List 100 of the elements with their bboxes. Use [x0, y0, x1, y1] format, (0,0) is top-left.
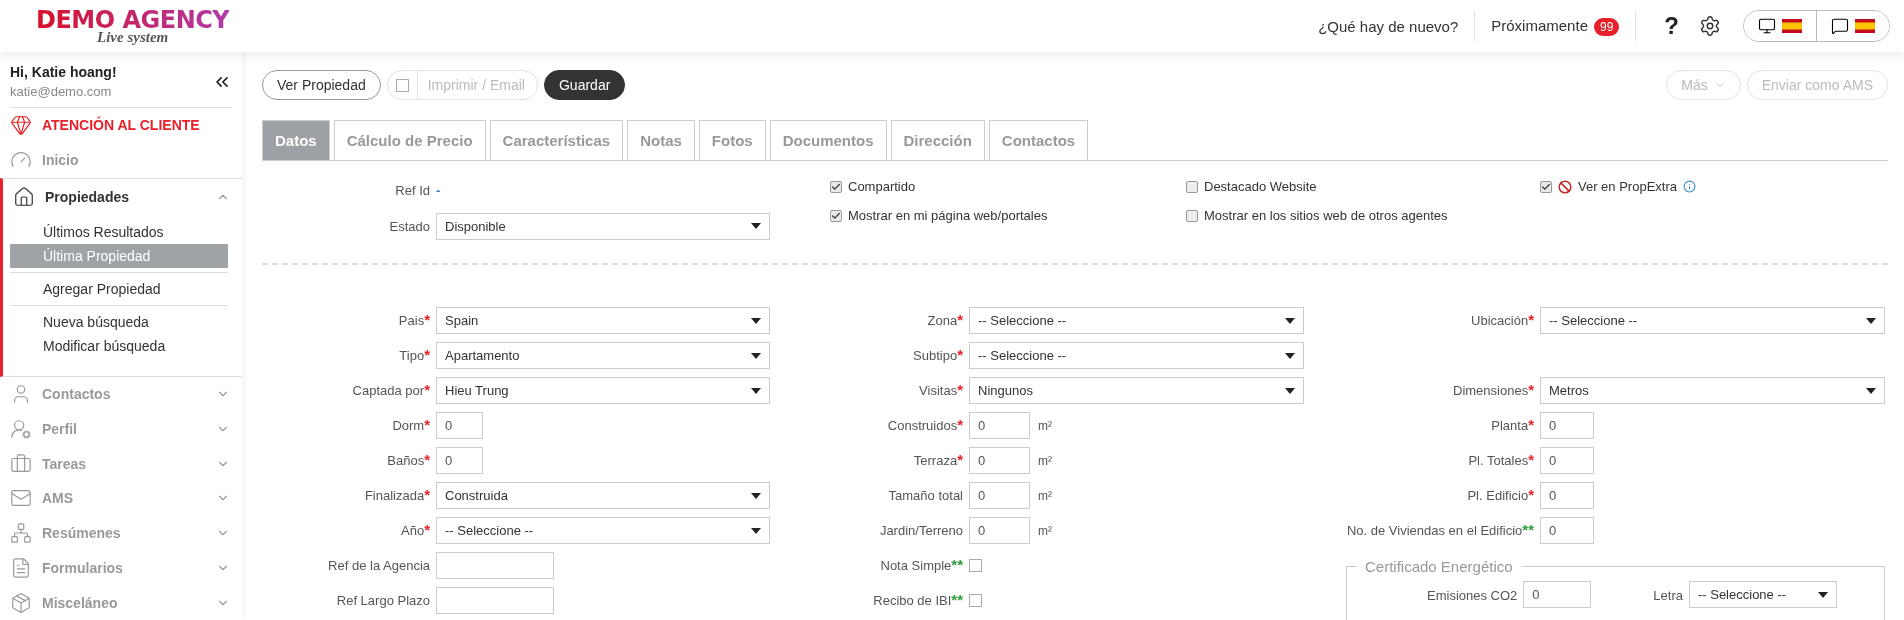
checkbox[interactable] — [1540, 180, 1552, 193]
field-label: Captada por* — [351, 383, 430, 398]
field-label: Pl. Totales* — [1467, 453, 1534, 468]
chat-icon — [1831, 17, 1849, 35]
field-label: Dorm* — [391, 418, 430, 433]
checkbox[interactable] — [1186, 209, 1198, 222]
checkbox[interactable] — [830, 209, 842, 222]
user-email: katie@demo.com — [10, 84, 113, 99]
select-field[interactable]: -- Seleccione -- — [1540, 307, 1885, 334]
checkbox[interactable] — [969, 594, 982, 607]
checkbox[interactable] — [830, 180, 842, 193]
number-field[interactable]: 0 — [969, 412, 1030, 439]
caret-icon — [751, 527, 761, 534]
field-label: Dimensiones* — [1452, 383, 1534, 398]
unit-label: m² — [1038, 453, 1052, 468]
number-field[interactable]: 0 — [969, 447, 1030, 474]
briefcase-icon — [10, 452, 32, 475]
field-label: Jardin/Terreno — [878, 523, 963, 538]
sidebar-item[interactable]: ATENCIÓN AL CLIENTE — [0, 108, 242, 143]
select-field[interactable]: Apartamento — [436, 342, 770, 369]
select-field[interactable]: Disponible — [436, 212, 770, 240]
whats-new-link[interactable]: ¿Qué hay de nuevo? — [1302, 17, 1475, 35]
field-label: Planta* — [1490, 418, 1534, 433]
number-field[interactable]: 0 — [436, 412, 483, 439]
caret-icon — [751, 223, 761, 229]
select-field[interactable]: Ningunos — [969, 377, 1304, 404]
field-label: Recibo de IBI** — [872, 593, 963, 608]
caret-icon — [751, 352, 761, 359]
select-field[interactable]: Hieu Trung — [436, 377, 770, 404]
house-icon — [13, 186, 35, 209]
field-label: Zona* — [926, 313, 963, 328]
document-icon — [10, 556, 32, 579]
select-field[interactable]: -- Seleccione -- — [436, 517, 770, 544]
caret-icon — [1285, 317, 1295, 324]
select-field[interactable]: Construida — [436, 482, 770, 509]
settings-icon[interactable] — [1699, 15, 1721, 37]
sidebar-subitem[interactable]: Nueva búsqueda — [10, 309, 228, 334]
field-label: Ref de la Agencia — [327, 558, 430, 573]
option-label: Compartido — [848, 179, 916, 194]
help-button[interactable]: ? — [1664, 12, 1679, 40]
sidebar-subitem[interactable]: Modificar búsqueda — [10, 333, 228, 358]
field-label: Letra — [1653, 587, 1683, 603]
caret-icon — [1817, 591, 1828, 598]
select-field[interactable]: -- Seleccione -- — [969, 307, 1304, 334]
field-label: Baños* — [386, 453, 430, 468]
flag-icon — [1782, 19, 1802, 33]
unit-label: m² — [1038, 488, 1052, 503]
ref-id-value: - — [436, 182, 442, 198]
number-field[interactable]: 0 — [1540, 482, 1594, 509]
number-field[interactable]: 0 — [1540, 517, 1594, 544]
checkbox[interactable] — [969, 559, 982, 572]
number-field[interactable]: 0 — [969, 482, 1030, 509]
option-label: Destacado Website — [1204, 179, 1317, 194]
field-label: Finalizada* — [363, 488, 430, 503]
text-field[interactable] — [436, 587, 554, 614]
field-label: Ref Largo Plazo — [335, 593, 430, 608]
select-field[interactable]: Metros — [1540, 377, 1885, 404]
info-icon[interactable] — [1683, 180, 1696, 193]
upcoming-link[interactable]: Próximamente 99 — [1475, 16, 1636, 36]
number-field[interactable]: 0 — [1540, 412, 1594, 439]
option-label: Mostrar en mi página web/portales — [848, 208, 1048, 223]
field-label: Terraza* — [912, 453, 963, 468]
sidebar-subitem[interactable]: Agregar Propiedad — [10, 276, 228, 301]
field-label: Nota Simple** — [879, 558, 963, 573]
caret-icon — [1866, 387, 1876, 394]
sidebar-subitem[interactable]: Últimos Resultados — [10, 219, 228, 244]
toolbar-button[interactable]: Ver Propiedad — [262, 70, 381, 100]
field-label: No. de Viviendas en el Edificio** — [1345, 523, 1534, 538]
user-greeting: Hi, Katie hoang! — [10, 64, 117, 80]
number-field[interactable]: 0 — [969, 517, 1030, 544]
caret-icon — [751, 387, 761, 394]
option-label: Ver en PropExtra — [1578, 179, 1677, 194]
unit-label: m² — [1038, 523, 1052, 538]
field-label: Tipo* — [398, 348, 430, 363]
toolbar-button[interactable]: Guardar — [543, 70, 626, 100]
message-language-button[interactable] — [1816, 11, 1889, 41]
gem-icon — [10, 114, 32, 137]
option-label: Mostrar en los sitios web de otros agentes — [1204, 208, 1448, 223]
field-label: Ubicación* — [1470, 313, 1534, 328]
field-label: Estado — [388, 218, 430, 234]
checkbox[interactable] — [1186, 180, 1198, 193]
select-field[interactable]: -- Seleccione -- — [1688, 581, 1837, 608]
select-field[interactable]: Spain — [436, 307, 770, 334]
number-field[interactable]: 0 — [1523, 581, 1592, 608]
field-label: Construidos* — [886, 418, 963, 433]
caret-icon — [751, 317, 761, 324]
field-label: Pais* — [397, 313, 430, 328]
field-label: Tamaño total — [887, 488, 963, 503]
caret-icon — [1866, 317, 1876, 324]
caret-icon — [1285, 352, 1295, 359]
field-label: Visitas* — [918, 383, 963, 398]
field-label: Emisiones CO2 — [1427, 587, 1518, 603]
sidebar-item[interactable]: Propiedades — [3, 178, 242, 216]
person-cog-icon — [10, 417, 32, 440]
text-field[interactable] — [436, 552, 554, 579]
field-label: Subtipo* — [912, 348, 963, 363]
package-icon — [10, 591, 32, 614]
number-field[interactable]: 0 — [1540, 447, 1594, 474]
select-field[interactable]: -- Seleccione -- — [969, 342, 1304, 369]
number-field[interactable]: 0 — [436, 447, 483, 474]
